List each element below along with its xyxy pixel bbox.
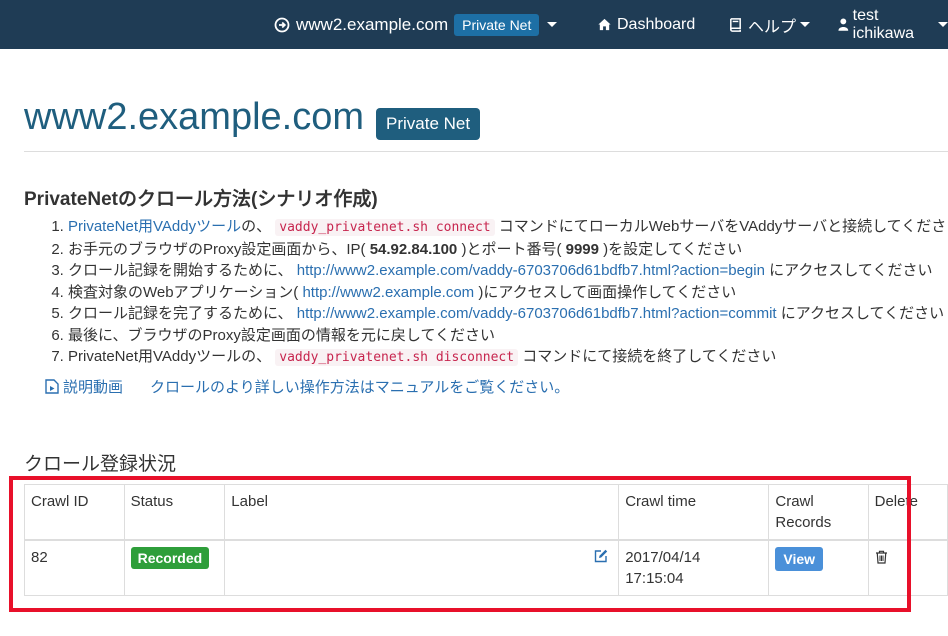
manual-link[interactable]: クロールのより詳しい操作方法はマニュアルをご覧ください。: [150, 376, 569, 397]
step-text: PrivateNet用VAddyツールの、: [68, 348, 276, 365]
circle-arrow-right-icon: [274, 17, 290, 32]
crawl-records-cell: View: [768, 539, 869, 596]
nav-help[interactable]: ヘルプ: [728, 0, 811, 49]
edit-icon[interactable]: [594, 549, 608, 563]
step-text: お手元のブラウザのProxy設定画面から、IP(: [68, 240, 370, 258]
table-row: 82 Recorded 2017/04/14 17:15:04 View: [24, 539, 948, 596]
user-icon: [838, 18, 849, 31]
crawl-date: 2017/04/14: [625, 549, 701, 566]
crawl-status-heading: クロール登録状況: [24, 454, 177, 475]
how-to-steps: PrivateNet用VAddyツールの、 vaddy_privatenet.s…: [24, 216, 948, 369]
crawl-commit-link[interactable]: http://www2.example.com/vaddy-6703706d61…: [297, 305, 777, 322]
top-navbar: www2.example.com Private Net Dashboard ヘ…: [0, 0, 948, 49]
target-app-link[interactable]: http://www2.example.com: [302, 284, 474, 301]
site-type-badge: Private Net: [454, 13, 540, 36]
col-label: Label: [224, 484, 620, 541]
col-delete: Delete: [867, 484, 948, 541]
label-cell: [224, 539, 620, 596]
status-badge: Recorded: [130, 547, 210, 569]
step-text: コマンドにて接続を終了してください: [518, 348, 777, 365]
file-video-icon: [45, 379, 59, 394]
nav-dashboard-label: Dashboard: [617, 15, 696, 33]
status-cell: Recorded: [123, 539, 226, 596]
crawl-id-cell: 82: [24, 539, 125, 596]
col-crawl-id: Crawl ID: [24, 484, 125, 541]
page-title-badge: Private Net: [376, 107, 481, 140]
col-crawl-records-label: Crawl Records: [775, 493, 832, 531]
connect-command: vaddy_privatenet.sh connect: [275, 219, 495, 236]
list-item: クロール記録を開始するために、 http://www2.example.com/…: [68, 260, 948, 282]
site-name: www2.example.com: [296, 14, 449, 34]
page-title: www2.example.com Private Net: [24, 96, 481, 140]
col-crawl-records: Crawl Records: [768, 484, 869, 541]
chevron-down-icon: [547, 22, 558, 27]
list-item: 最後に、ブラウザのProxy設定画面の情報を元に戻してください: [68, 325, 948, 347]
site-selector[interactable]: www2.example.com Private Net: [274, 0, 558, 49]
nav-user-name: test ichikawa: [852, 6, 915, 42]
privatenet-tool-link[interactable]: PrivateNet用VAddyツール: [68, 218, 241, 235]
step-text: の、: [241, 218, 276, 235]
step-text: 最後に、ブラウザのProxy設定画面の情報を元に戻してください: [68, 326, 495, 344]
step-text: )を設定してください: [598, 240, 743, 258]
list-item: PrivateNet用VAddyツールの、 vaddy_privatenet.s…: [68, 346, 948, 369]
crawl-begin-link[interactable]: http://www2.example.com/vaddy-6703706d61…: [297, 262, 765, 279]
list-item: お手元のブラウザのProxy設定画面から、IP( 54.92.84.100 )と…: [68, 239, 948, 261]
how-to-heading: PrivateNetのクロール方法(シナリオ作成): [24, 189, 378, 210]
step-text: にアクセスしてください: [764, 262, 933, 279]
crawl-table: Crawl ID Status Label Crawl time Crawl R…: [24, 484, 948, 596]
trash-icon[interactable]: [875, 550, 888, 564]
proxy-port: 9999: [565, 240, 599, 258]
col-status: Status: [123, 484, 226, 541]
step-text: コマンドにてローカルWebサーバをVAddyサーバと接続してください: [494, 218, 948, 235]
video-link[interactable]: 説明動画: [63, 376, 123, 397]
step-text: クロール記録を完了するために、: [68, 305, 297, 322]
chevron-down-icon: [800, 22, 811, 27]
page-title-text: www2.example.com: [24, 96, 364, 138]
chevron-down-icon: [938, 22, 948, 27]
header-divider: [24, 151, 948, 152]
table-header-row: Crawl ID Status Label Crawl time Crawl R…: [24, 484, 948, 541]
list-item: PrivateNet用VAddyツールの、 vaddy_privatenet.s…: [68, 216, 948, 239]
step-text: 検査対象のWebアプリケーション(: [68, 283, 303, 301]
list-item: 検査対象のWebアプリケーション( http://www2.example.co…: [68, 282, 948, 304]
book-icon: [730, 18, 741, 32]
nav-help-label: ヘルプ: [748, 18, 797, 36]
disconnect-command: vaddy_privatenet.sh disconnect: [275, 349, 519, 366]
nav-dashboard[interactable]: Dashboard: [597, 0, 695, 49]
help-links: 説明動画 クロールのより詳しい操作方法はマニュアルをご覧ください。: [45, 376, 569, 397]
delete-cell: [867, 539, 948, 596]
view-records-button[interactable]: View: [775, 547, 824, 571]
crawl-clock: 17:15:04: [625, 570, 684, 587]
crawl-time-cell: 2017/04/14 17:15:04: [618, 539, 770, 596]
col-crawl-time: Crawl time: [618, 484, 770, 541]
nav-user[interactable]: test ichikawa: [838, 0, 948, 49]
step-text: )とポート番号(: [457, 240, 566, 258]
step-text: にアクセスしてください: [776, 305, 945, 322]
step-text: )にアクセスして画面操作してください: [474, 283, 737, 301]
home-icon: [598, 18, 611, 31]
list-item: クロール記録を完了するために、 http://www2.example.com/…: [68, 303, 948, 325]
proxy-ip: 54.92.84.100: [369, 240, 458, 258]
step-text: クロール記録を開始するために、: [68, 262, 297, 279]
